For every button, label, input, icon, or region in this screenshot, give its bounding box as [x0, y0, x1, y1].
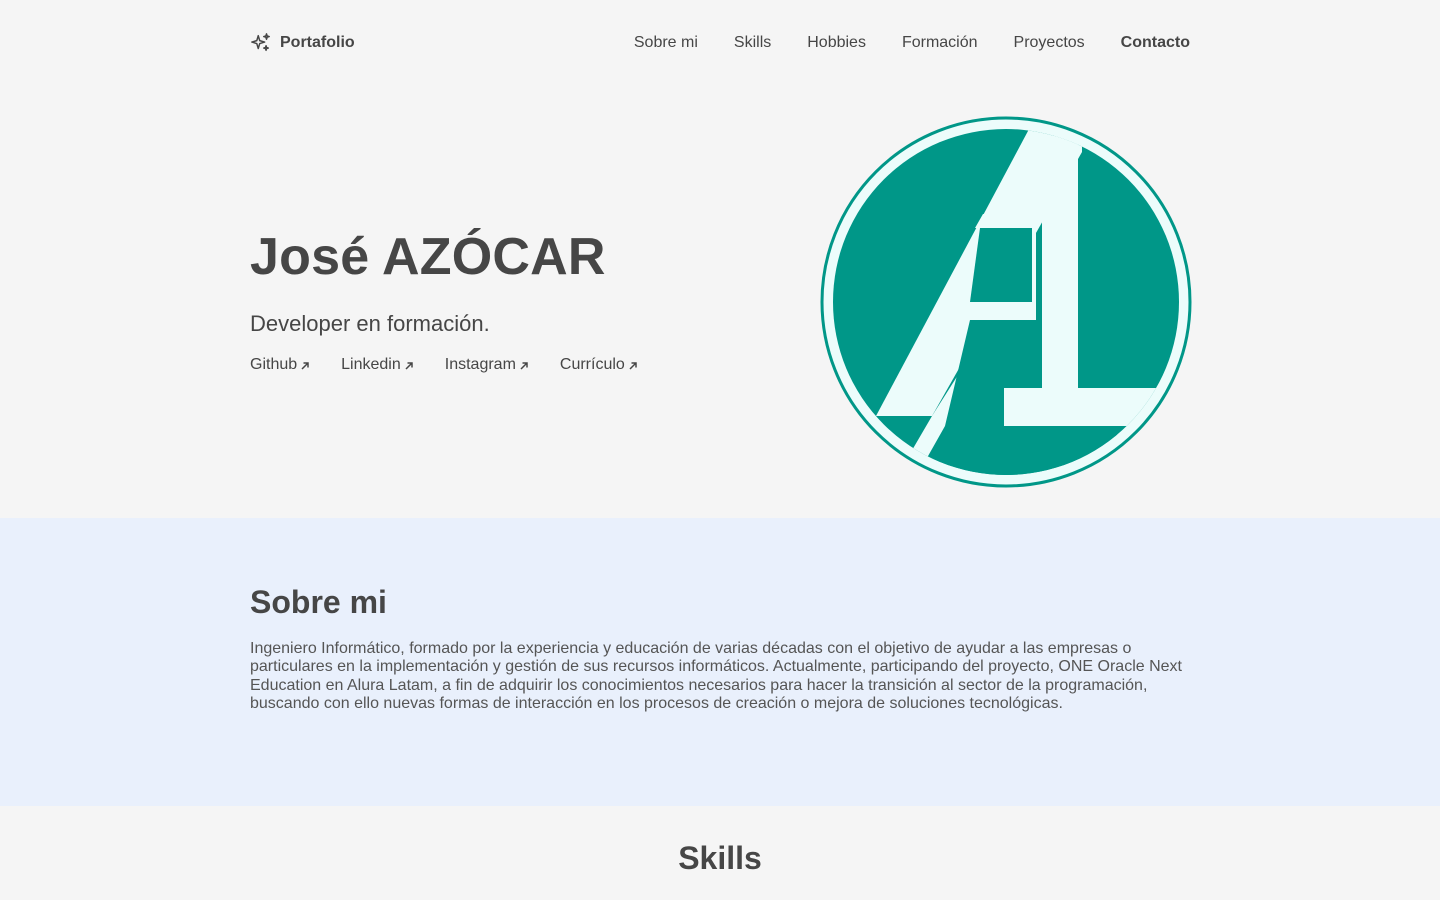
curriculo-link[interactable]: Currículo [560, 356, 638, 374]
about-title: Sobre mi [250, 584, 387, 620]
nav-link-skills[interactable]: Skills [734, 34, 771, 52]
nav-link-hobbies[interactable]: Hobbies [807, 34, 866, 52]
nav-link-contacto[interactable]: Contacto [1121, 34, 1190, 52]
skills-title: Skills [678, 840, 762, 876]
nav-link-sobre-mi[interactable]: Sobre mi [634, 34, 698, 52]
link-label: Linkedin [341, 356, 401, 373]
hero-subtitle: Developer en formación. [250, 311, 490, 336]
linkedin-link[interactable]: Linkedin [341, 356, 414, 374]
instagram-link[interactable]: Instagram [445, 356, 529, 374]
arrow-up-right-icon [404, 359, 414, 371]
arrow-up-right-icon [628, 359, 638, 371]
arrow-up-right-icon [519, 359, 529, 371]
profile-logo [820, 116, 1192, 488]
brand-label: Portafolio [280, 34, 355, 51]
link-label: Currículo [559, 356, 625, 373]
portfolio-page: Portafolio Sobre mi Skills Hobbies Forma… [0, 0, 1440, 900]
site-header: Portafolio Sobre mi Skills Hobbies Forma… [250, 0, 1190, 86]
sparkles-icon [250, 32, 272, 54]
link-label: Github [250, 356, 298, 373]
github-link[interactable]: Github [250, 356, 310, 374]
nav-link-proyectos[interactable]: Proyectos [1014, 34, 1085, 52]
brand-link[interactable]: Portafolio [250, 32, 355, 54]
about-text: Ingeniero Informático, formado por la ex… [250, 640, 1182, 712]
main-nav: Sobre mi Skills Hobbies Formación Proyec… [634, 34, 1190, 52]
social-links: Github Linkedin Instagram Currículo [250, 356, 770, 374]
hero-name: José AZÓCAR [250, 228, 606, 286]
arrow-up-right-icon [300, 359, 310, 371]
about-section: Sobre mi Ingeniero Informático, formado … [0, 518, 1440, 806]
link-label: Instagram [444, 356, 516, 373]
nav-link-formacion[interactable]: Formación [902, 34, 978, 52]
hero-section: José AZÓCAR Developer en formación. Gith… [250, 225, 770, 374]
